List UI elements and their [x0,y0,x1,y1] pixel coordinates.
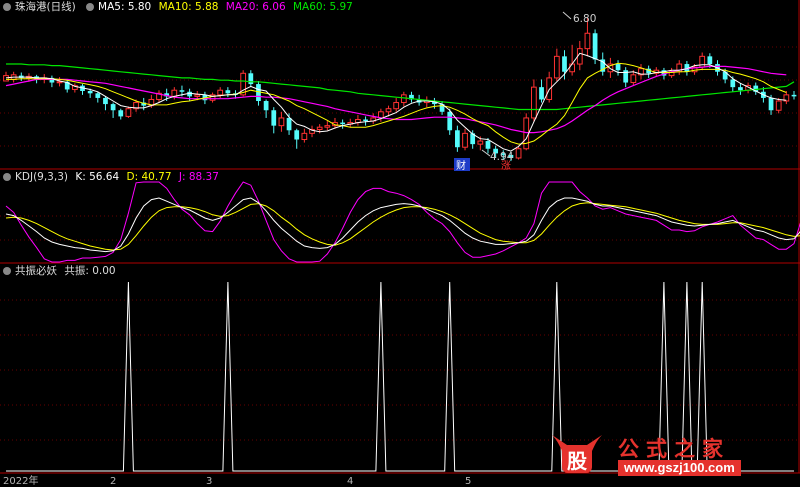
candle-body-down [791,94,797,97]
watermark-logo: 股 公式之家 www.gszj100.com [548,433,778,479]
settings-dot-icon[interactable] [3,173,11,181]
candle-body-up [56,81,63,84]
candle-body-up [523,117,530,150]
candle-body-down [340,122,345,125]
watermark-name: 公式之家 [618,437,730,461]
x-tick-label-4: 4 [347,476,353,487]
candle-body-up [531,86,537,119]
candle-body-up [400,94,407,104]
kdj-legend: KDJ(9,3,3) K: 56.64 D: 40.77 J: 88.37 [0,170,223,184]
kdj-d-label: D: 40.77 [126,171,172,183]
candle-body-up [194,94,201,97]
candle-body-up [217,89,224,96]
high-price-label: 6.80 [573,13,596,25]
kdj-j-line [5,181,800,263]
candle-body-up [301,132,308,141]
bull-badge-icon: 股 [552,435,602,473]
stock-chart[interactable]: 6.80 4.94 财 涨 2022年 2 3 4 5 [0,0,800,487]
candle-body-down [110,104,116,111]
kdj-j-label: J: 88.37 [178,171,219,183]
x-tick-label-1: 2022年 [3,474,38,487]
candle-body-down [615,64,621,71]
candle-body-up [477,140,484,145]
settings-dot-icon[interactable] [86,3,95,11]
candle-body-up [3,75,9,82]
candle-body-down [103,97,108,105]
badge-text: 股 [567,449,587,473]
candle-body-up [546,77,553,100]
watermark-url: www.gszj100.com [618,460,741,476]
candle-body-down [363,119,368,122]
candle-body-up [584,32,591,50]
candle-body-down [485,141,491,149]
candle-body-down [562,56,567,72]
settings-dot-icon[interactable] [3,3,11,11]
x-tick-label-3: 3 [206,476,212,487]
sub-title: 共振必妖 [15,265,57,277]
moving-averages [5,52,795,152]
x-axis: 2022年 2 3 4 5 [3,474,471,487]
candle-body-down [730,79,736,88]
main-title: 珠海港(日线) [15,1,76,13]
sub-legend: 共振必妖 共振: 0.00 [0,264,120,278]
ma10-label: MA10: 5.88 [158,1,219,13]
candle-body-up [393,102,400,110]
settings-dot-icon[interactable] [3,267,11,275]
candle-body-down [248,73,254,85]
candle-body-down [738,87,743,91]
candle-body-up [324,125,331,128]
candle-body-down [118,110,124,117]
marker-cai: 财 [456,159,466,172]
candle-body-down [455,130,460,148]
candle-body-up [630,74,637,84]
marker-zhang: 涨 [501,160,511,172]
candle-body-down [225,90,231,94]
candle-body-up [278,117,285,127]
candlesticks [3,17,797,162]
ma5-label: MA5: 5.80 [98,1,152,13]
candle-body-up [775,100,782,111]
candle-body-up [316,126,323,131]
candle-body-down [263,101,269,111]
candle-body-down [768,97,774,111]
candle-body-down [539,87,544,100]
x-tick-label-5: 5 [465,476,471,487]
candle-body-down [286,117,292,131]
candle-body-down [592,33,598,60]
ma60-label: MA60: 5.97 [292,1,353,13]
kdj-k-label: K: 56.64 [75,171,120,183]
candle-body-up [553,55,560,79]
candle-body-up [699,55,706,68]
sub-value-label: 共振: 0.00 [64,265,116,277]
x-tick-label-2: 2 [110,476,116,487]
low-price-pointer [481,149,491,157]
candle-body-down [271,110,277,126]
kdj-lines [5,181,800,263]
candle-body-down [179,90,185,92]
candle-body-up [385,108,392,113]
candle-body-down [294,130,300,140]
kdj-title: KDJ(9,3,3) [15,171,68,183]
candle-body-down [95,93,101,98]
candle-body-up [125,108,132,117]
candle-body-down [87,91,93,94]
candle-body-down [707,56,713,65]
candle-body-up [462,132,468,148]
candle-body-up [515,148,522,159]
main-legend: 珠海港(日线) MA5: 5.80 MA10: 5.88 MA20: 6.06 … [0,0,357,14]
candle-body-up [171,89,178,97]
high-price-pointer [562,11,572,20]
ma20-label: MA20: 6.06 [225,1,286,13]
candle-body-down [447,111,453,131]
candle-body-up [569,63,576,73]
